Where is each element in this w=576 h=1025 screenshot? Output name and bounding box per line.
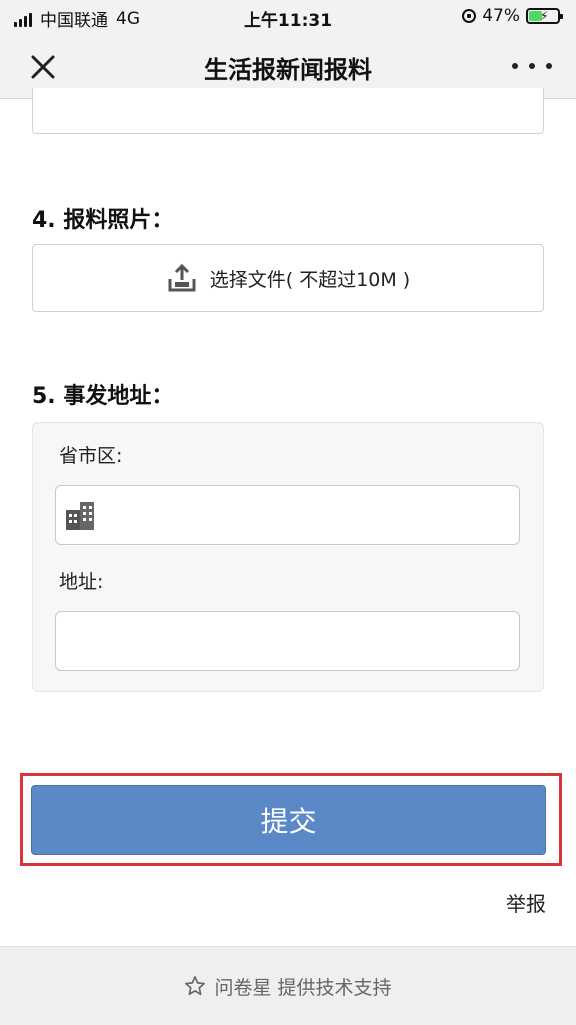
more-dot-icon <box>546 63 552 69</box>
detail-address-input[interactable] <box>55 611 520 671</box>
upload-file-button[interactable]: 选择文件( 不超过10M ) <box>32 244 544 312</box>
region-label: 省市区: <box>59 445 123 467</box>
address-question-label: 5. 事发地址： <box>32 384 174 409</box>
upload-icon <box>168 263 196 292</box>
rotation-lock-icon <box>462 9 477 23</box>
battery-icon: ⚡ <box>526 8 563 24</box>
footer: 问卷星 提供技术支持 <box>0 946 576 1025</box>
more-dot-icon <box>512 63 518 69</box>
submit-button[interactable]: 提交 <box>31 785 546 855</box>
status-bar: 中国联通 4G 上午11:31 47% ⚡ <box>0 0 576 34</box>
region-input[interactable] <box>55 485 520 545</box>
footer-text: 问卷星 提供技术支持 <box>214 976 392 999</box>
report-link[interactable]: 举报 <box>506 888 546 917</box>
more-dot-icon <box>529 63 535 69</box>
star-icon <box>185 976 206 996</box>
detail-address-label: 地址: <box>59 571 104 593</box>
address-panel: 省市区: 地址: <box>32 422 544 692</box>
upload-label: 选择文件( 不超过10M ) <box>209 268 411 291</box>
building-icon <box>66 502 94 530</box>
photos-question-label: 4. 报料照片： <box>32 208 174 233</box>
page-title: 生活报新闻报料 <box>204 56 372 84</box>
previous-text-field[interactable] <box>32 88 544 134</box>
more-button[interactable] <box>512 54 552 78</box>
battery-percent: 47% <box>482 6 520 26</box>
